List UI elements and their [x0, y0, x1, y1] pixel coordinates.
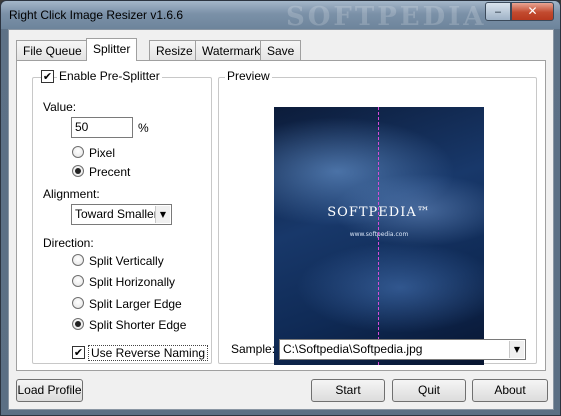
preview-image: SOFTPEDIA™ www.softpedia.com [274, 107, 484, 365]
unit-radio-precent[interactable] [72, 165, 84, 177]
chevron-down-icon[interactable]: ▼ [509, 341, 524, 358]
unit-radio-pixel[interactable] [72, 146, 84, 158]
sample-dropdown[interactable]: C:\Softpedia\Softpedia.jpg ▼ [279, 339, 526, 360]
direction-label: Direction: [43, 236, 94, 250]
unit-label-pixel: Pixel [89, 146, 116, 160]
unit-label-precent: Precent [89, 165, 131, 179]
close-button[interactable]: ✕ [511, 2, 554, 21]
tab-save[interactable]: Save [260, 40, 302, 60]
direction-label-larger-edge: Split Larger Edge [89, 297, 182, 311]
direction-radio-larger-edge[interactable] [72, 297, 84, 309]
about-button[interactable]: About [472, 379, 548, 402]
direction-radio-shorter-edge[interactable] [72, 318, 84, 330]
chevron-down-icon[interactable]: ▼ [155, 206, 170, 223]
split-line [378, 107, 379, 365]
direction-radio-vertically[interactable] [72, 254, 84, 266]
reverse-naming-checkbox[interactable]: ✔ [72, 346, 85, 359]
load-profile-button[interactable]: Load Profile [16, 379, 83, 402]
percent-sign: % [138, 121, 149, 135]
value-input[interactable]: 50 [71, 117, 133, 138]
splitter-tab-page: ✔ Enable Pre-Splitter Value: 50 % Pixel … [16, 60, 546, 371]
app-window: SOFTPEDIA Right Click Image Resizer v1.6… [0, 0, 561, 416]
enable-pre-splitter-label: Enable Pre-Splitter [57, 69, 162, 83]
preview-image-url: www.softpedia.com [349, 231, 409, 238]
enable-pre-splitter-checkbox[interactable]: ✔ [41, 70, 54, 83]
minimize-button[interactable]: ‒ [485, 2, 511, 21]
preview-image-logo: SOFTPEDIA™ [327, 205, 431, 220]
direction-label-vertically: Split Vertically [89, 254, 164, 268]
tab-resize[interactable]: Resize [149, 40, 200, 60]
reverse-naming-label: Use Reverse Naming [88, 345, 209, 361]
start-button[interactable]: Start [311, 379, 385, 402]
sample-value: C:\Softpedia\Softpedia.jpg [283, 342, 423, 356]
direction-label-horizonally: Split Horizonally [89, 275, 176, 289]
tab-watermark[interactable]: Watermark [195, 40, 268, 60]
direction-radio-horizonally[interactable] [72, 275, 84, 287]
title-bar[interactable]: SOFTPEDIA Right Click Image Resizer v1.6… [1, 1, 560, 32]
sample-label: Sample: [231, 342, 276, 356]
value-label: Value: [43, 100, 77, 114]
direction-label-shorter-edge: Split Shorter Edge [89, 318, 187, 332]
client-area: File Queue Splitter Resize Watermark Sav… [8, 29, 554, 410]
preview-caption: Preview [225, 69, 272, 83]
alignment-dropdown[interactable]: Toward Smaller V ▼ [71, 204, 172, 225]
preview-group: SOFTPEDIA™ www.softpedia.com Sample: C:\… [218, 77, 537, 365]
window-title: Right Click Image Resizer v1.6.6 [9, 8, 184, 22]
tab-splitter[interactable]: Splitter [86, 38, 138, 61]
alignment-label: Alignment: [43, 187, 100, 201]
tab-file-queue[interactable]: File Queue [16, 40, 89, 60]
quit-button[interactable]: Quit [392, 379, 466, 402]
title-watermark: SOFTPEDIA [286, 2, 487, 32]
